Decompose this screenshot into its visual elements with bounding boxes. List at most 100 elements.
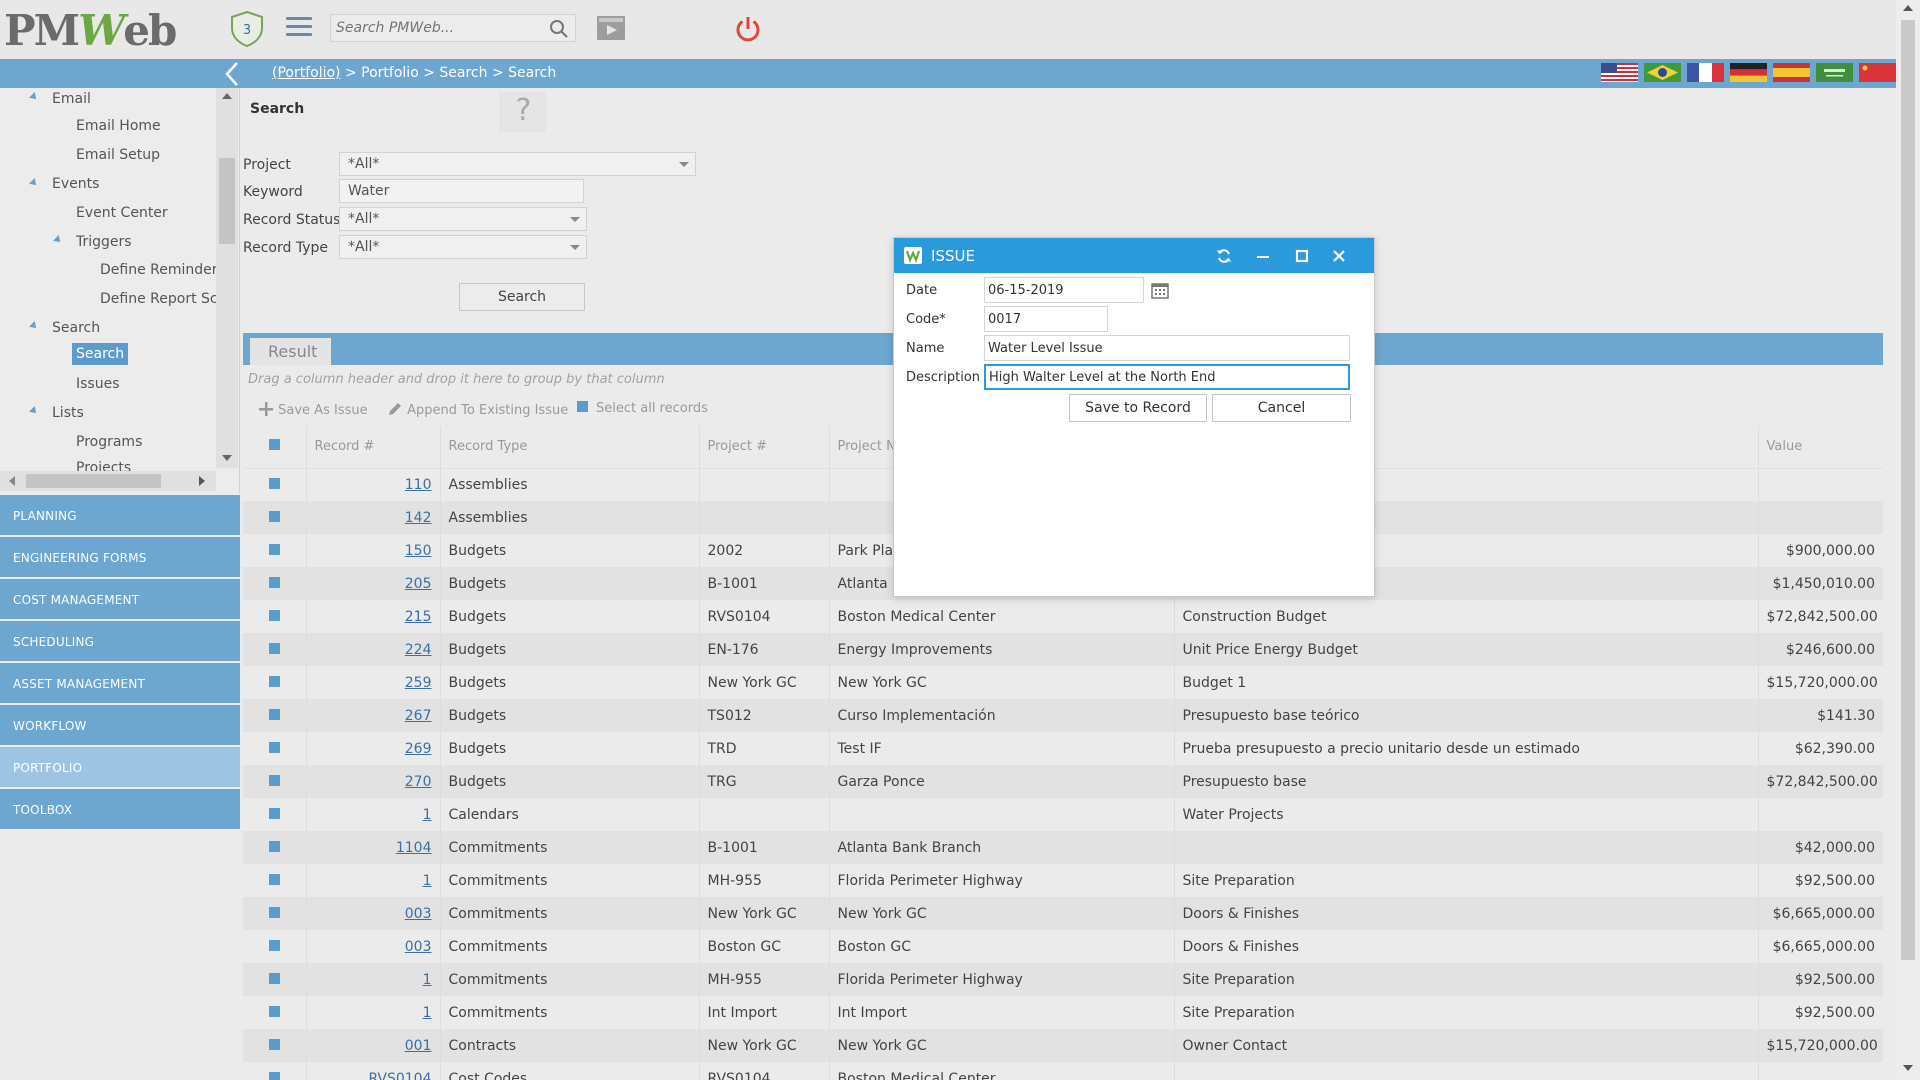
record-number-link[interactable]: 224 bbox=[405, 642, 432, 658]
code-input[interactable] bbox=[984, 306, 1108, 332]
table-row[interactable]: 1104 Commitments B-1001 Atlanta Bank Branch… bbox=[243, 831, 1883, 864]
page-vertical-scroll-thumb[interactable] bbox=[1901, 20, 1915, 960]
select-all-records[interactable]: Select all records bbox=[577, 401, 708, 416]
scroll-down-arrow-icon[interactable] bbox=[1903, 1064, 1913, 1072]
tree-item-search-selected[interactable]: Search bbox=[72, 343, 129, 365]
row-checkbox[interactable] bbox=[268, 939, 280, 951]
scroll-up-arrow-icon[interactable] bbox=[222, 92, 232, 100]
search-button[interactable]: Search bbox=[459, 283, 585, 311]
row-checkbox[interactable] bbox=[268, 1005, 280, 1017]
media-player-icon[interactable] bbox=[596, 15, 626, 41]
keyword-input[interactable]: Water bbox=[339, 179, 584, 203]
tree-item-events[interactable]: Events bbox=[52, 176, 99, 192]
france-flag-icon[interactable] bbox=[1687, 63, 1724, 82]
record-type-select[interactable]: *All* bbox=[339, 235, 587, 259]
tree-item-email[interactable]: Email bbox=[52, 91, 91, 107]
row-checkbox[interactable] bbox=[268, 609, 280, 621]
record-number-link[interactable]: 1 bbox=[423, 873, 432, 889]
row-checkbox[interactable] bbox=[268, 708, 280, 720]
table-row[interactable]: 1 Calendars Water Projects bbox=[243, 798, 1883, 831]
description-input[interactable] bbox=[984, 364, 1350, 390]
record-number-link[interactable]: 003 bbox=[405, 939, 432, 955]
close-icon[interactable] bbox=[1330, 247, 1348, 265]
tree-horizontal-scrollbar[interactable] bbox=[0, 471, 216, 491]
tree-vertical-scroll-thumb[interactable] bbox=[219, 158, 235, 244]
row-checkbox[interactable] bbox=[268, 741, 280, 753]
table-row[interactable]: 1 Commitments MH-955 Florida Perimeter High… bbox=[243, 963, 1883, 996]
record-number-link[interactable]: 110 bbox=[405, 477, 432, 493]
expand-triangle-icon[interactable] bbox=[29, 321, 39, 331]
help-icon[interactable]: ? bbox=[500, 92, 546, 132]
record-number-link[interactable]: 142 bbox=[405, 510, 432, 526]
row-checkbox[interactable] bbox=[268, 1038, 280, 1050]
header-checkbox[interactable] bbox=[268, 439, 280, 451]
module-portfolio[interactable]: PORTFOLIO bbox=[0, 747, 240, 787]
column-header-project-no[interactable]: Project # bbox=[698, 426, 829, 469]
table-row[interactable]: 269 Budgets TRD Test IF Prueba presupuesto a… bbox=[243, 732, 1883, 765]
table-row[interactable]: 270 Budgets TRG Garza Ponce Presupuesto base… bbox=[243, 765, 1883, 798]
append-to-existing-issue-button[interactable]: Append To Existing Issue bbox=[387, 401, 568, 418]
record-number-link[interactable]: 1104 bbox=[396, 840, 432, 856]
tree-horizontal-scroll-thumb[interactable] bbox=[26, 474, 161, 488]
row-checkbox[interactable] bbox=[268, 642, 280, 654]
row-checkbox[interactable] bbox=[268, 675, 280, 687]
tree-item-programs[interactable]: Programs bbox=[76, 434, 142, 450]
table-row[interactable]: 215 Budgets RVS0104 Boston Medical Center Co… bbox=[243, 600, 1883, 633]
record-number-link[interactable]: 215 bbox=[405, 609, 432, 625]
china-flag-icon[interactable] bbox=[1859, 63, 1896, 82]
module-scheduling[interactable]: SCHEDULING bbox=[0, 621, 240, 661]
record-number-link[interactable]: 150 bbox=[405, 543, 432, 559]
module-cost-management[interactable]: COST MANAGEMENT bbox=[0, 579, 240, 619]
row-checkbox[interactable] bbox=[268, 477, 280, 489]
breadcrumb-link-portfolio-root[interactable]: (Portfolio) bbox=[272, 65, 341, 81]
tree-item-email-setup[interactable]: Email Setup bbox=[76, 147, 160, 163]
table-row[interactable]: 224 Budgets EN-176 Energy Improvements Unit … bbox=[243, 633, 1883, 666]
table-row[interactable]: 259 Budgets New York GC New York GC Budget 1… bbox=[243, 666, 1883, 699]
record-number-link[interactable]: 259 bbox=[405, 675, 432, 691]
table-row[interactable]: 001 Contracts New York GC New York GC Owner … bbox=[243, 1029, 1883, 1062]
tree-item-search-group[interactable]: Search bbox=[52, 320, 100, 336]
row-checkbox[interactable] bbox=[268, 840, 280, 852]
column-header-value[interactable]: Value bbox=[1757, 426, 1883, 469]
tree-item-issues[interactable]: Issues bbox=[76, 376, 120, 392]
record-number-link[interactable]: 1 bbox=[423, 972, 432, 988]
column-header-record[interactable]: Record # bbox=[305, 426, 440, 469]
save-as-issue-button[interactable]: Save As Issue bbox=[258, 401, 368, 418]
project-select[interactable]: *All* bbox=[339, 152, 696, 176]
tree-item-lists[interactable]: Lists bbox=[52, 405, 84, 421]
power-icon[interactable] bbox=[733, 14, 763, 44]
issue-dialog-header[interactable]: ISSUE bbox=[894, 238, 1374, 273]
calendar-icon[interactable] bbox=[1151, 281, 1169, 299]
table-row[interactable]: 1 Commitments Int Import Int Import Site Pre… bbox=[243, 996, 1883, 1029]
us-flag-icon[interactable] bbox=[1601, 63, 1638, 82]
row-checkbox[interactable] bbox=[268, 576, 280, 588]
germany-flag-icon[interactable] bbox=[1730, 63, 1767, 82]
record-number-link[interactable]: 1 bbox=[423, 1005, 432, 1021]
expand-triangle-icon[interactable] bbox=[53, 235, 63, 245]
record-number-link[interactable]: 1 bbox=[423, 807, 432, 823]
name-input[interactable] bbox=[984, 335, 1350, 361]
column-header-record-type[interactable]: Record Type bbox=[439, 426, 699, 469]
table-row[interactable]: 1 Commitments MH-955 Florida Perimeter High… bbox=[243, 864, 1883, 897]
record-status-select[interactable]: *All* bbox=[339, 207, 587, 231]
save-to-record-button[interactable]: Save to Record bbox=[1069, 394, 1207, 422]
date-input[interactable] bbox=[984, 277, 1144, 303]
tree-item-email-home[interactable]: Email Home bbox=[76, 118, 161, 134]
expand-triangle-icon[interactable] bbox=[29, 178, 39, 188]
table-row[interactable]: 003 Commitments New York GC New York GC Door… bbox=[243, 897, 1883, 930]
row-checkbox[interactable] bbox=[268, 543, 280, 555]
row-checkbox[interactable] bbox=[268, 906, 280, 918]
minimize-icon[interactable] bbox=[1254, 247, 1272, 265]
tree-item-define-report-schedule[interactable]: Define Report Sch bbox=[100, 291, 226, 307]
tree-item-event-center[interactable]: Event Center bbox=[76, 205, 168, 221]
page-vertical-scrollbar[interactable] bbox=[1896, 0, 1920, 1080]
group-by-hint[interactable]: Drag a column header and drop it here to… bbox=[248, 372, 665, 387]
maximize-icon[interactable] bbox=[1293, 247, 1311, 265]
row-checkbox[interactable] bbox=[268, 774, 280, 786]
row-checkbox[interactable] bbox=[268, 510, 280, 522]
notification-shield-icon[interactable]: 3 bbox=[228, 10, 266, 48]
table-row[interactable]: 267 Budgets TS012 Curso Implementación Presu… bbox=[243, 699, 1883, 732]
table-row[interactable]: RVS0104 Cost Codes RVS0104 Boston Medical C… bbox=[243, 1062, 1883, 1080]
record-number-link[interactable]: 269 bbox=[405, 741, 432, 757]
search-icon[interactable] bbox=[549, 19, 569, 39]
